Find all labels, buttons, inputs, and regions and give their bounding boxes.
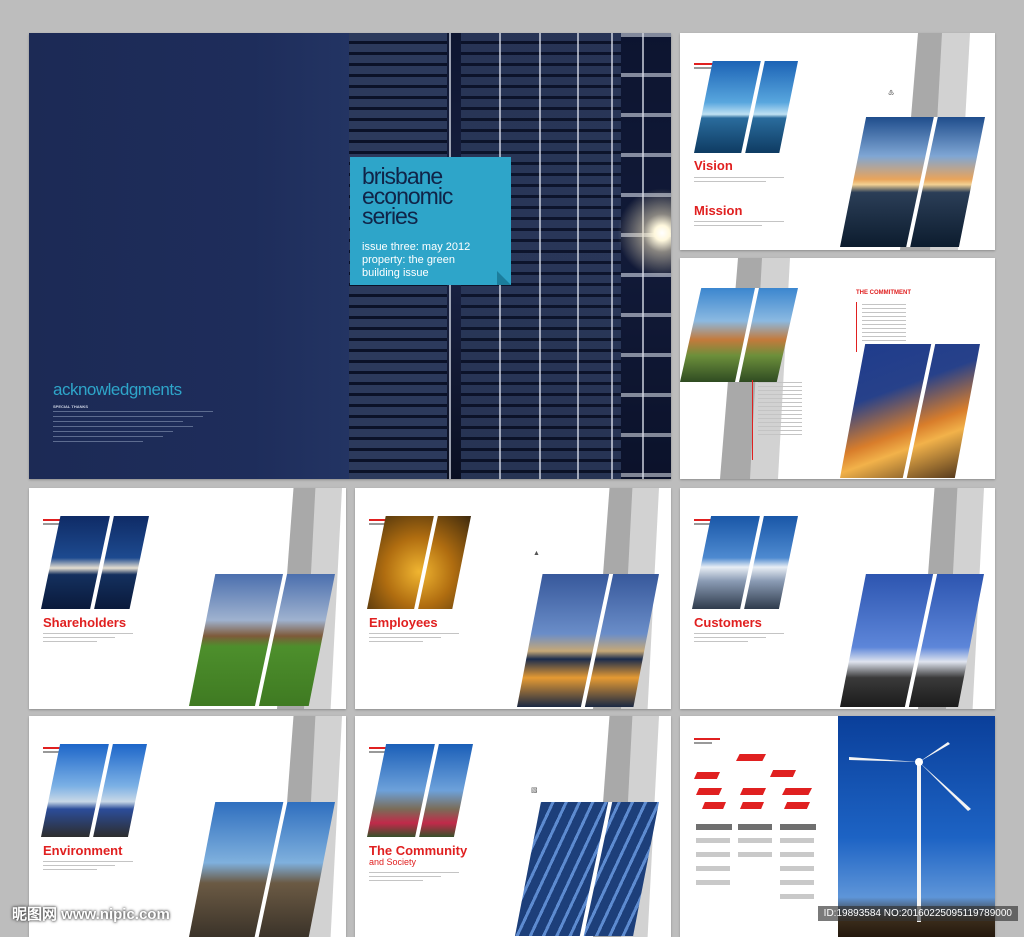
contents-rule xyxy=(752,380,753,460)
community-text xyxy=(369,872,459,884)
vision-heading: Vision xyxy=(694,158,733,173)
community-subheading: and Society xyxy=(369,857,417,867)
org-leaf xyxy=(780,852,814,857)
community-heading: The Community xyxy=(369,843,468,858)
cover-subtitle: issue three: may 2012 property: the gree… xyxy=(362,241,471,279)
building-mullion xyxy=(539,33,541,479)
org-leaf xyxy=(780,880,814,885)
org-node xyxy=(696,788,722,795)
title-box-fold xyxy=(497,271,511,285)
customers-spread[interactable]: Customers xyxy=(680,488,995,709)
org-group xyxy=(696,824,732,830)
commitment-spread[interactable]: THE COMMITMENT xyxy=(680,258,995,479)
org-leaf xyxy=(780,866,814,871)
mission-text xyxy=(694,221,784,229)
org-node xyxy=(702,802,726,809)
contents-rule xyxy=(856,302,857,352)
building-mullion xyxy=(577,33,579,479)
org-node xyxy=(740,802,764,809)
mission-heading: Mission xyxy=(694,203,743,218)
building-mullion xyxy=(611,33,613,479)
org-node xyxy=(770,770,796,777)
contents-list xyxy=(758,382,802,438)
employees-spread[interactable]: Employees ▲ xyxy=(355,488,671,709)
night-city-photo xyxy=(840,344,980,478)
shareholders-text xyxy=(43,633,133,645)
vision-mission-spread[interactable]: Vision Mission ♷ xyxy=(680,33,995,250)
climber-photo xyxy=(692,516,798,609)
employees-heading: Employees xyxy=(369,615,438,630)
org-node xyxy=(740,788,766,795)
chart-icon: ▲ xyxy=(533,550,540,557)
customers-text xyxy=(694,633,784,645)
commitment-heading: THE COMMITMENT xyxy=(856,290,911,296)
title-box: brisbane economic series issue three: ma… xyxy=(350,157,511,285)
environment-text xyxy=(43,861,133,873)
environment-heading: Environment xyxy=(43,843,123,858)
org-leaf xyxy=(696,852,730,857)
org-leaf xyxy=(696,866,730,871)
shareholders-heading: Shareholders xyxy=(43,615,127,630)
org-node xyxy=(782,788,812,795)
organisation-spread[interactable] xyxy=(680,716,995,937)
wind-turbine-photo xyxy=(838,716,995,937)
cover-spread[interactable]: brisbane economic series issue three: ma… xyxy=(29,33,671,479)
acknowledgments-label: SPECIAL THANKS xyxy=(53,404,89,409)
coast-photo xyxy=(694,61,798,153)
org-node xyxy=(694,772,720,779)
sunset-sea-photo xyxy=(840,117,985,247)
image-id-badge: ID:19893584 NO:20160225095119789000 xyxy=(817,906,1018,921)
acknowledgments-text xyxy=(53,411,223,446)
cover-title: brisbane economic series xyxy=(362,163,453,229)
vision-text xyxy=(694,177,784,185)
employees-text xyxy=(369,633,459,645)
site-watermark: 昵图网 www.nipic.com xyxy=(12,906,170,923)
page-kicker xyxy=(694,738,720,744)
org-leaf xyxy=(696,880,730,885)
org-node xyxy=(736,754,766,761)
community-spread[interactable]: The Community and Society ▧ xyxy=(355,716,671,937)
org-node xyxy=(784,802,810,809)
chart-icon: ▧ xyxy=(531,787,538,794)
eiffel-tower-photo xyxy=(367,744,473,837)
acknowledgments-heading: acknowledgments xyxy=(53,380,182,399)
org-leaf xyxy=(738,838,772,843)
autumn-tree-photo xyxy=(367,516,471,609)
org-leaf xyxy=(780,894,814,899)
org-group xyxy=(780,824,816,830)
org-leaf xyxy=(738,852,772,857)
org-leaf xyxy=(780,838,814,843)
org-group xyxy=(738,824,772,830)
shareholders-spread[interactable]: Shareholders xyxy=(29,488,346,709)
contents-list xyxy=(862,304,906,344)
org-leaf xyxy=(696,838,730,843)
wind-turbine-icon xyxy=(849,742,971,922)
opera-house-photo xyxy=(41,516,149,609)
figure-icon: ♷ xyxy=(888,90,895,97)
customers-heading: Customers xyxy=(694,615,762,630)
vehicle-road-photo xyxy=(41,744,147,837)
